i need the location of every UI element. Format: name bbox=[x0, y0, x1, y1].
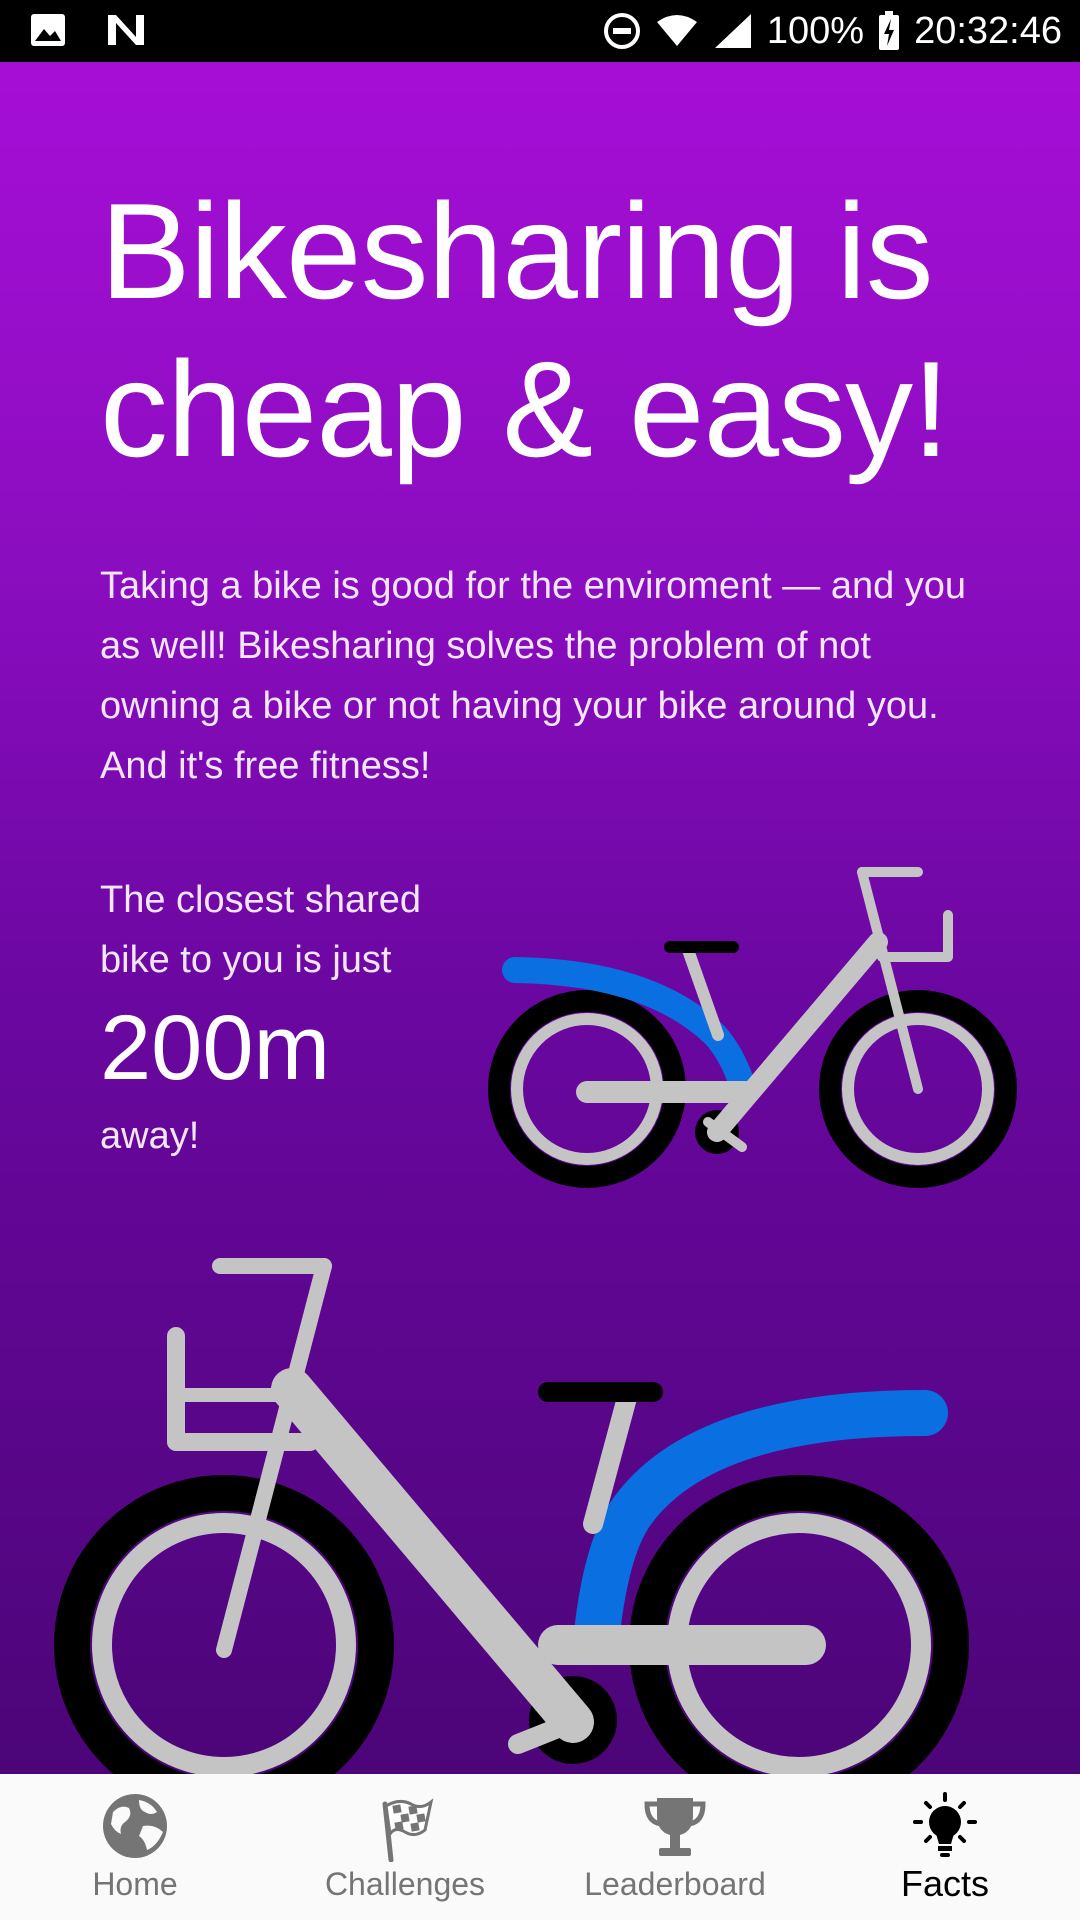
nav-item-leaderboard[interactable]: Leaderboard bbox=[540, 1774, 810, 1920]
nav-item-challenges[interactable]: Challenges bbox=[270, 1774, 540, 1920]
lightbulb-icon bbox=[913, 1792, 977, 1857]
closest-bike-suffix: away! bbox=[100, 1115, 200, 1157]
image-icon bbox=[30, 13, 66, 47]
large-bike-illustration bbox=[54, 1258, 969, 1774]
battery-charging-icon bbox=[878, 11, 900, 51]
nav-item-home[interactable]: Home bbox=[0, 1774, 270, 1920]
facts-screen: Bikesharing is cheap & easy! Taking a bi… bbox=[0, 62, 1080, 1774]
page-title: Bikesharing is cheap & easy! bbox=[100, 175, 950, 485]
facts-paragraph: Taking a bike is good for the enviroment… bbox=[100, 565, 967, 787]
closest-bike-distance: 200m bbox=[100, 997, 331, 1099]
status-bar: 100% 20:32:46 bbox=[0, 0, 1080, 62]
status-bar-left bbox=[30, 13, 146, 47]
nav-label-challenges: Challenges bbox=[324, 1866, 486, 1902]
battery-percent: 100% bbox=[766, 10, 865, 52]
closest-bike-prefix: The closest shared bike to you is just bbox=[100, 879, 422, 981]
small-bike-basket bbox=[877, 910, 953, 962]
app-root: 100% 20:32:46 Bikesharing is cheap & eas… bbox=[0, 0, 1080, 1920]
do-not-disturb-icon bbox=[603, 12, 641, 50]
wifi-icon bbox=[655, 12, 699, 50]
nav-item-facts[interactable]: Facts bbox=[810, 1774, 1080, 1920]
clock: 20:32:46 bbox=[914, 10, 1062, 52]
status-bar-right: 100% 20:32:46 bbox=[603, 8, 1062, 54]
nav-label-home: Home bbox=[92, 1866, 178, 1902]
nav-label-facts: Facts bbox=[900, 1863, 989, 1904]
small-bike-illustration bbox=[488, 867, 1017, 1188]
checkered-flag-icon bbox=[382, 1798, 434, 1862]
n-icon bbox=[106, 13, 146, 47]
nav-label-leaderboard: Leaderboard bbox=[584, 1866, 766, 1902]
closest-bike-info: The closest shared bike to you is just 2… bbox=[100, 870, 480, 1166]
trophy-icon bbox=[644, 1798, 706, 1856]
cell-signal-icon bbox=[713, 12, 753, 50]
bottom-navigation: Home Challenges Leaderboard Facts bbox=[0, 1774, 1080, 1920]
globe-icon bbox=[103, 1794, 167, 1858]
